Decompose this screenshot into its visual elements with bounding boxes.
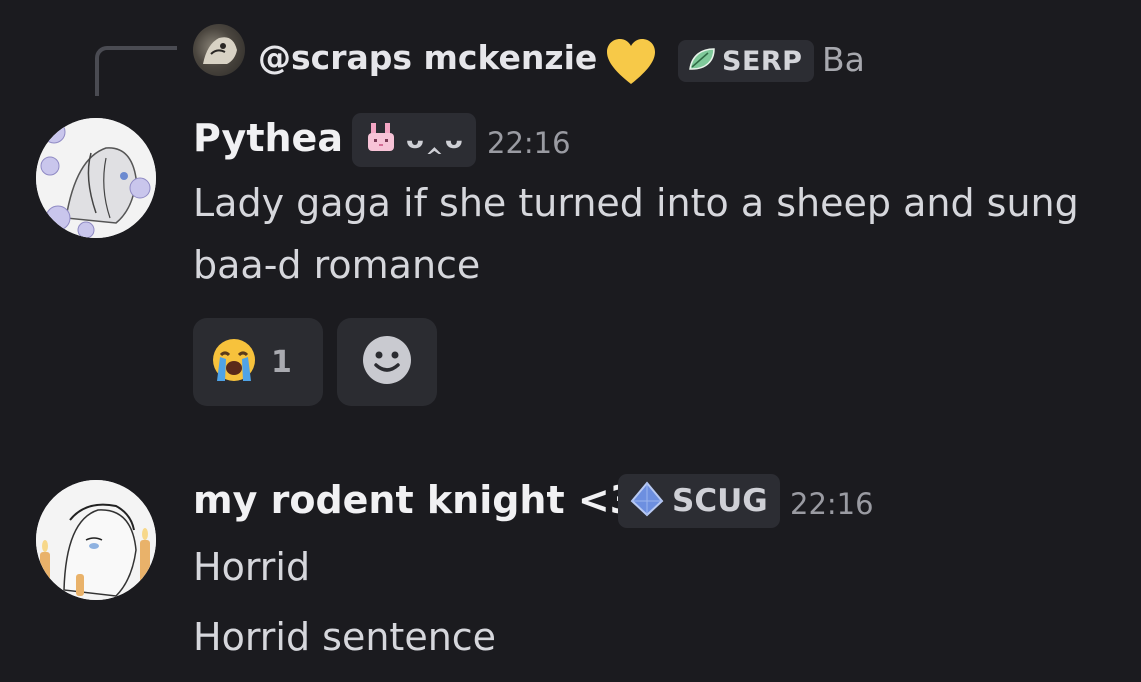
blue-gem-icon <box>630 481 664 521</box>
message-timestamp[interactable]: 22:16 <box>487 126 571 160</box>
message-author-name[interactable]: my rodent knight <3 <box>193 478 636 522</box>
leaf-icon <box>688 47 716 75</box>
yellow-heart-icon <box>605 38 657 90</box>
role-tag-label: SCUG <box>672 483 768 519</box>
bunny-icon <box>364 121 398 159</box>
add-reaction-button[interactable] <box>337 318 437 406</box>
message-author-name[interactable]: Pythea <box>193 116 343 160</box>
avatar[interactable] <box>36 480 156 600</box>
reply-author-name[interactable]: @scraps mckenzie <box>258 38 597 77</box>
smiley-face-icon <box>362 335 412 389</box>
loudly-crying-face-icon <box>211 337 257 387</box>
reply-author-avatar[interactable] <box>193 24 245 76</box>
message-timestamp[interactable]: 22:16 <box>790 487 874 521</box>
role-tag[interactable]: SCUG <box>618 474 780 528</box>
role-tag[interactable]: ᴗ‸ᴗ <box>352 113 476 167</box>
message-text: Lady gaga if she turned into a sheep and… <box>193 181 1079 287</box>
role-tag-face: ᴗ‸ᴗ <box>406 125 464 155</box>
reaction-button[interactable]: 1 <box>193 318 323 406</box>
message-text: Horrid sentence <box>193 615 497 659</box>
avatar[interactable] <box>36 118 156 238</box>
message-text: Horrid <box>193 545 311 589</box>
reply-preview-text[interactable]: Ba <box>822 40 865 79</box>
reply-connector-line <box>95 46 177 96</box>
reply-tag-label: SERP <box>722 45 803 77</box>
reaction-count: 1 <box>271 344 292 380</box>
reply-role-tag[interactable]: SERP <box>678 40 815 82</box>
